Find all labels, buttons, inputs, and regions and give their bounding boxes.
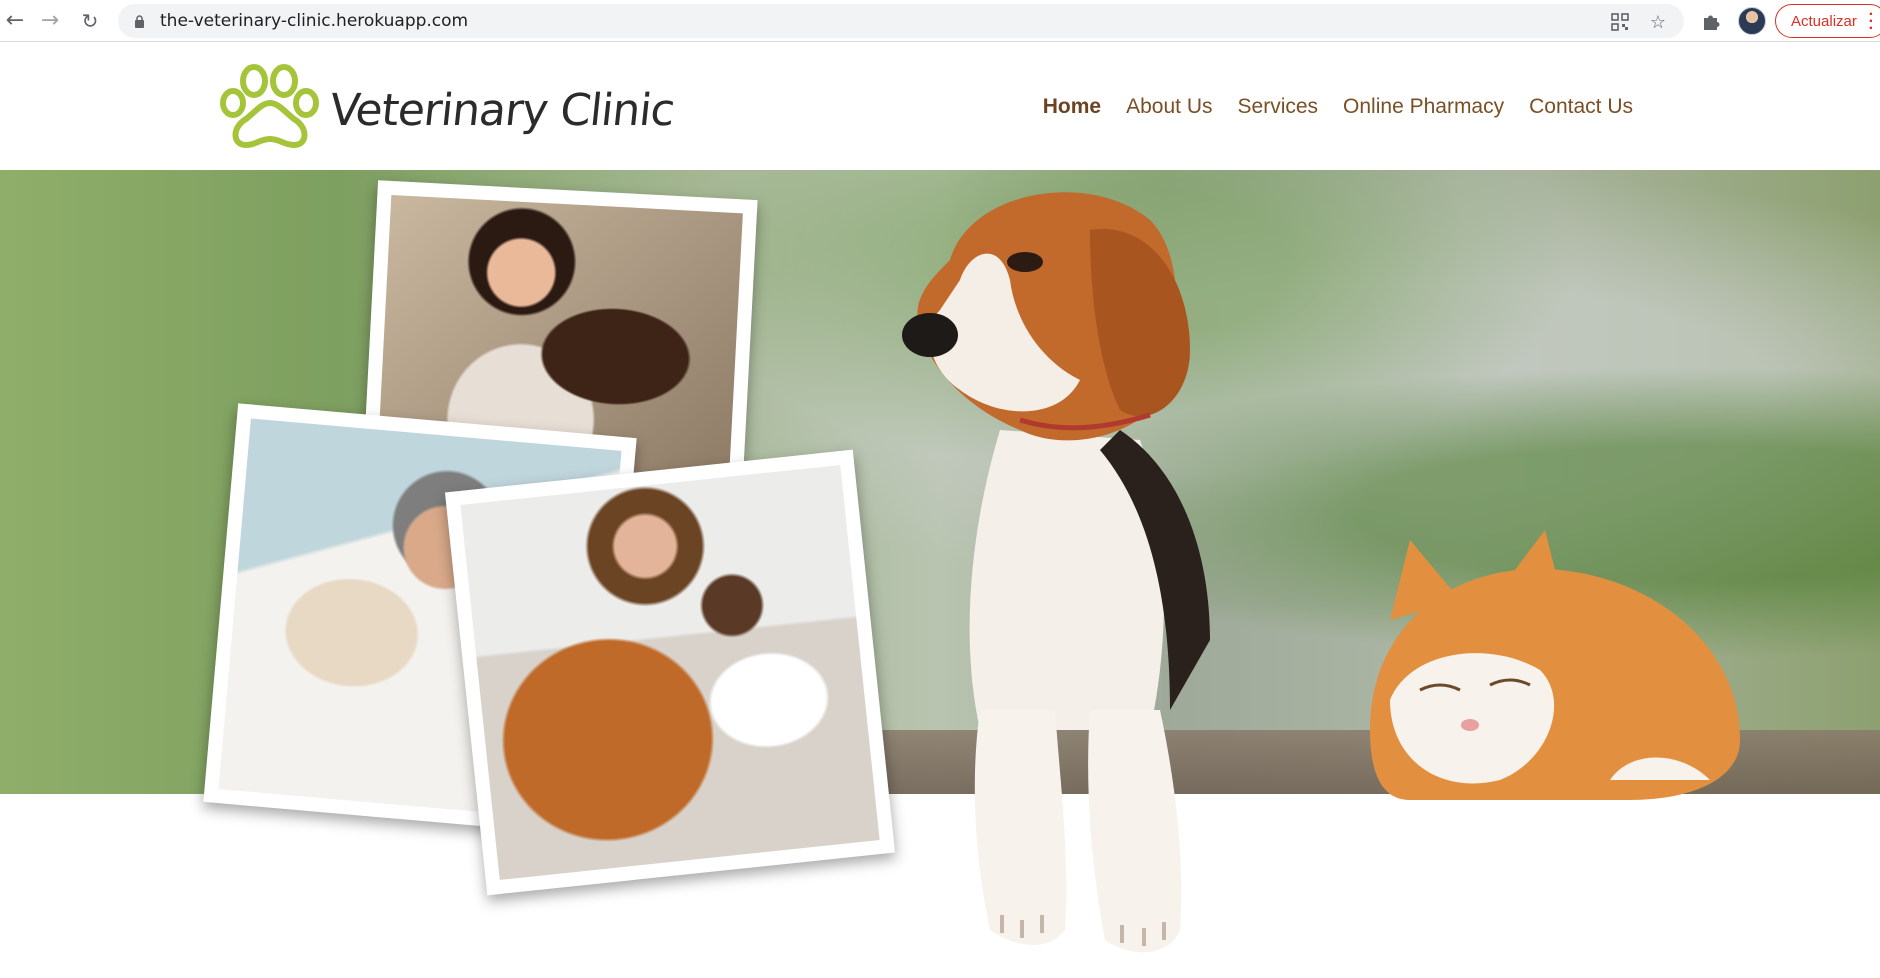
beagle-dog-image — [902, 192, 1210, 953]
logo-text: Veterinary Clinic — [327, 85, 677, 136]
nav-online-pharmacy[interactable]: Online Pharmacy — [1343, 95, 1504, 119]
paw-icon — [220, 64, 319, 149]
nav-home[interactable]: Home — [1043, 95, 1101, 119]
site-header: Veterinary Clinic Home About Us Services… — [0, 43, 1880, 170]
lock-icon — [135, 15, 144, 28]
nav-services[interactable]: Services — [1238, 95, 1319, 119]
photo-family-with-dog — [444, 449, 896, 896]
qr-code-icon[interactable] — [1610, 12, 1630, 32]
orange-cat-image — [1370, 530, 1740, 800]
main-nav: Home About Us Services Online Pharmacy C… — [1043, 95, 1633, 119]
avatar[interactable] — [1738, 7, 1766, 35]
forward-arrow-icon[interactable]: → — [35, 6, 65, 36]
nav-contact-us[interactable]: Contact Us — [1529, 95, 1633, 119]
star-icon[interactable]: ☆ — [1648, 12, 1668, 33]
update-button[interactable]: Actualizar · · · — [1775, 4, 1880, 38]
browser-toolbar: ← → ↻ the-veterinary-clinic.herokuapp.co… — [0, 0, 1880, 42]
update-button-label: Actualizar — [1791, 12, 1857, 30]
puzzle-icon[interactable] — [1700, 10, 1722, 32]
photo-family-with-dog-image — [460, 465, 880, 880]
url-text[interactable]: the-veterinary-clinic.herokuapp.com — [160, 11, 468, 31]
address-bar[interactable]: the-veterinary-clinic.herokuapp.com ☆ — [118, 4, 1684, 38]
more-menu-icon[interactable]: · · · — [1869, 7, 1874, 37]
hero-banner — [0, 170, 1880, 978]
back-arrow-icon[interactable]: ← — [0, 6, 30, 36]
logo[interactable]: Veterinary Clinic — [218, 63, 677, 159]
nav-about-us[interactable]: About Us — [1126, 95, 1212, 119]
reload-icon[interactable]: ↻ — [75, 6, 105, 36]
